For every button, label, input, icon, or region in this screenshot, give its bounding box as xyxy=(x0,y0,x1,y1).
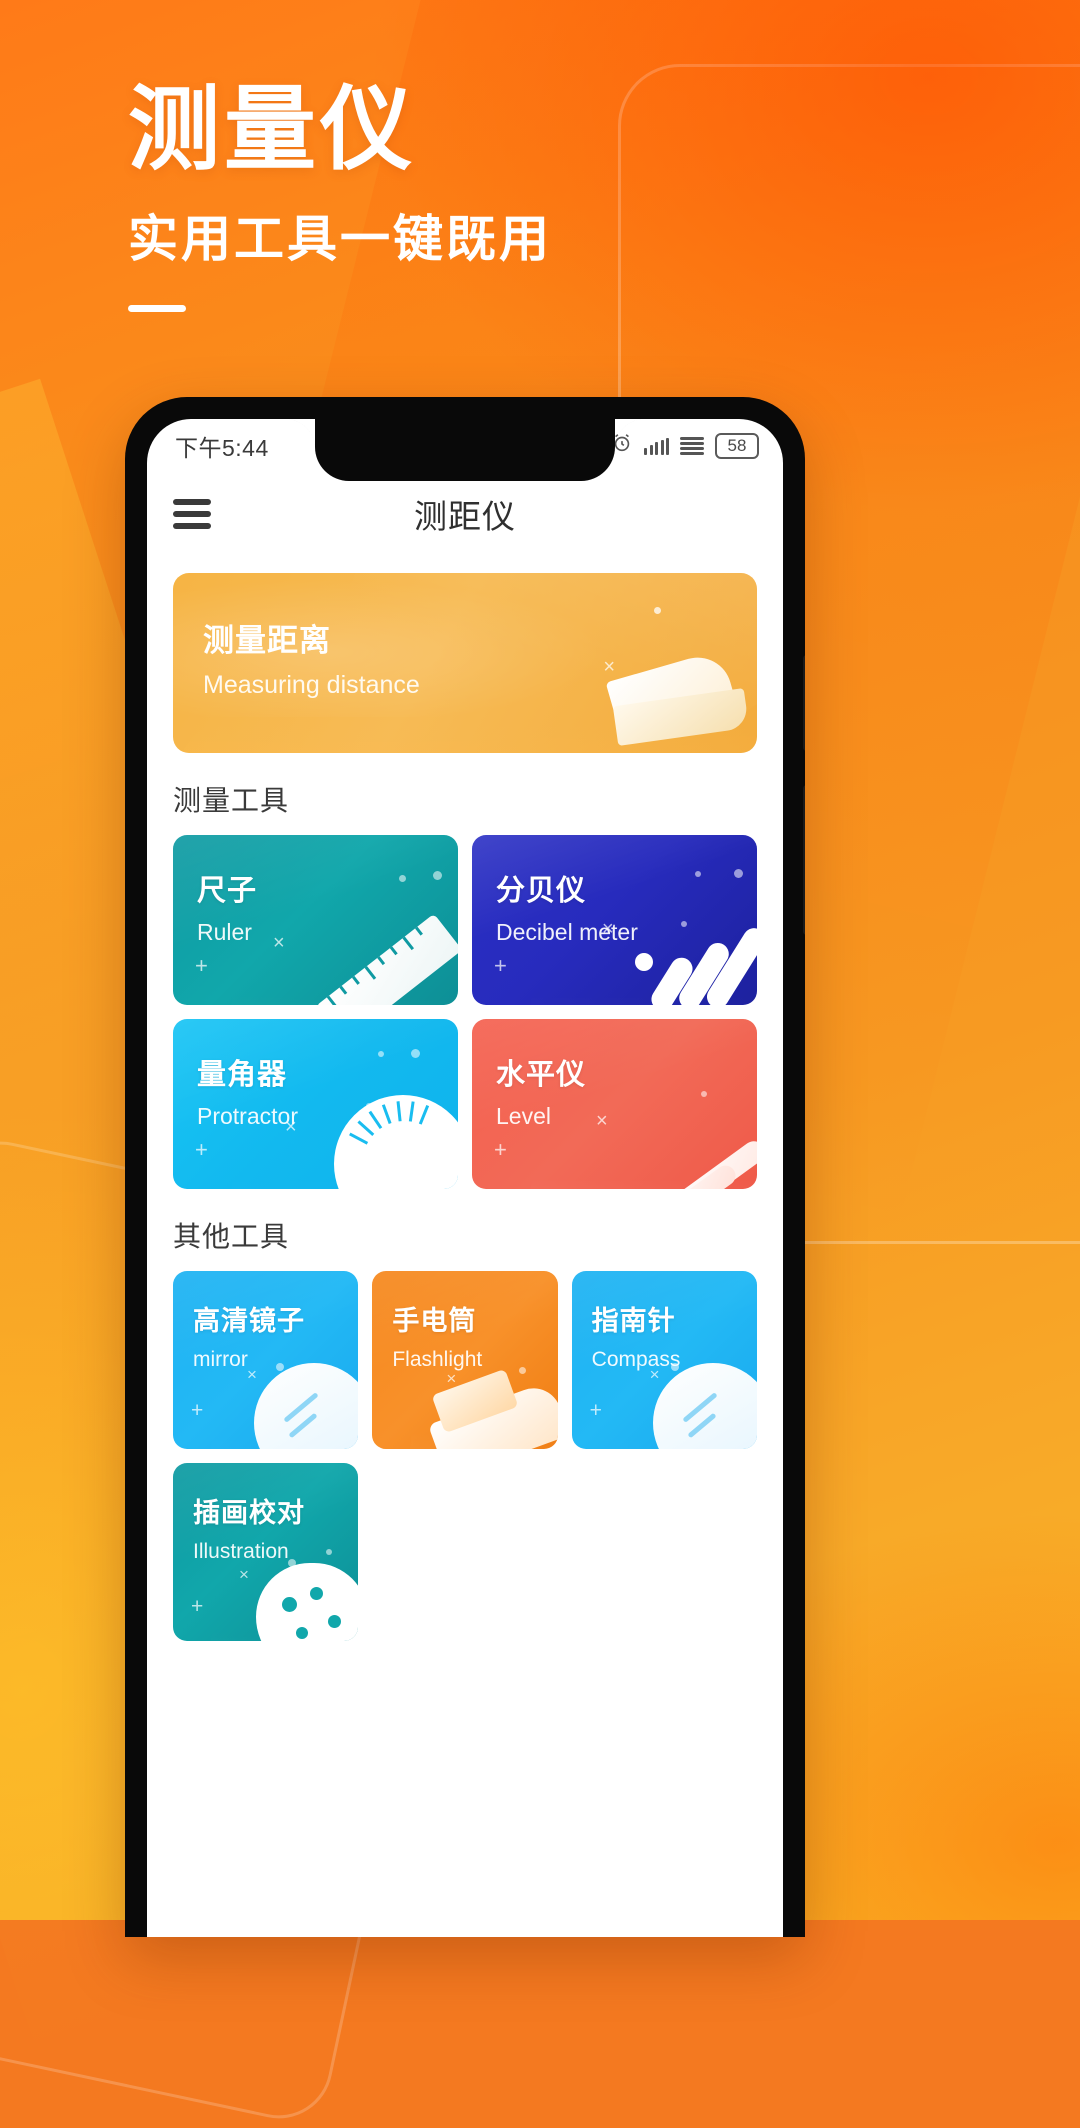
mirror-circle xyxy=(254,1363,359,1449)
card-label: 高清镜子 mirror xyxy=(193,1299,305,1372)
card-title-en: Protractor xyxy=(197,1103,298,1129)
card-label: 水平仪 Level xyxy=(496,1051,586,1130)
palette-hole-2 xyxy=(310,1587,324,1600)
card-title-en: Flashlight xyxy=(392,1348,483,1371)
card-title-cn: 手电筒 xyxy=(392,1306,477,1336)
banner-label: 测量距离 Measuring distance xyxy=(203,615,420,700)
card-title-en: Level xyxy=(496,1103,551,1129)
card-title-en: Decibel meter xyxy=(496,919,638,945)
tool-card-protractor[interactable]: × + 量角器 Protractor xyxy=(173,1019,458,1189)
card-title-en: Compass xyxy=(591,1348,681,1371)
protractor-dial xyxy=(334,1095,458,1189)
palette-hole-1 xyxy=(282,1597,298,1612)
paper-illustration xyxy=(561,613,750,746)
card-dot-2 xyxy=(433,871,442,880)
other-tools-grid: × + 高清镜子 mirror × 手电筒 Flashlight × + 指南针… xyxy=(173,1271,757,1641)
promo-subtitle: 实用工具一键既用 xyxy=(128,210,552,267)
card-title-en: mirror xyxy=(193,1348,248,1371)
card-label: 指南针 Compass xyxy=(592,1299,681,1372)
card-label: 量角器 Protractor xyxy=(197,1051,298,1130)
card-plus-icon: + xyxy=(195,1137,208,1162)
tool-card-compass[interactable]: × + 指南针 Compass xyxy=(571,1271,757,1449)
card-plus-icon: + xyxy=(195,953,208,978)
card-star-icon: × xyxy=(273,932,285,954)
tool-card-decibel-meter[interactable]: × + 分贝仪 Decibel meter xyxy=(472,835,757,1005)
card-title-en: Ruler xyxy=(197,919,252,945)
measuring-tools-grid: × + 尺子 Ruler × + 分贝仪 Decibel meter × + 量… xyxy=(173,835,757,1189)
ruler-body xyxy=(315,913,458,1005)
card-plus-icon: + xyxy=(494,1137,507,1162)
ruler-icon xyxy=(308,885,458,1005)
card-dot-2 xyxy=(411,1049,420,1058)
status-time: 下午5:44 xyxy=(175,435,269,461)
card-title-en: Illustration xyxy=(193,1540,289,1563)
banner-title-cn: 测量距离 xyxy=(203,623,331,658)
promo-copy-block: 测量仪 实用工具一键既用 xyxy=(128,82,552,312)
card-title-cn: 尺子 xyxy=(197,875,258,907)
card-dot-2 xyxy=(734,869,743,878)
card-label: 插画校对 Illustration xyxy=(193,1491,305,1564)
content-bottom-spacer xyxy=(173,1641,757,1701)
tool-card-illustration[interactable]: × + 插画校对 Illustration xyxy=(173,1463,359,1641)
tool-card-flashlight[interactable]: × 手电筒 Flashlight xyxy=(372,1271,558,1449)
card-plus-icon: + xyxy=(191,1399,204,1422)
card-title-cn: 水平仪 xyxy=(496,1059,587,1091)
section-heading-measuring-tools: 测量工具 xyxy=(173,785,290,816)
card-label: 分贝仪 Decibel meter xyxy=(496,867,638,946)
signal-bars-icon xyxy=(644,437,669,455)
app-bar: 测距仪 xyxy=(147,473,783,555)
network-lines-icon xyxy=(680,437,704,455)
phone-side-button-down xyxy=(803,785,805,935)
card-label: 尺子 Ruler xyxy=(197,867,257,946)
card-title-cn: 高清镜子 xyxy=(193,1306,305,1336)
banner-title-en: Measuring distance xyxy=(203,671,420,699)
level-bar-2 xyxy=(630,1161,740,1189)
phone-side-button-up xyxy=(803,655,805,751)
palette-hole-4 xyxy=(296,1627,309,1639)
card-plus-icon: + xyxy=(494,953,507,978)
card-label: 手电筒 Flashlight xyxy=(392,1299,482,1372)
card-title-cn: 插画校对 xyxy=(193,1498,305,1528)
card-star-icon: × xyxy=(596,1110,608,1132)
phone-notch xyxy=(285,419,645,481)
promo-title: 测量仪 xyxy=(128,79,417,181)
battery-indicator: 58 xyxy=(715,432,759,460)
hamburger-menu-icon[interactable] xyxy=(173,499,211,529)
tool-card-level[interactable]: × + 水平仪 Level xyxy=(472,1019,757,1189)
card-dot-1 xyxy=(378,1051,384,1057)
measuring-distance-banner[interactable]: × 测量距离 Measuring distance xyxy=(173,573,757,753)
level-icon xyxy=(607,1069,757,1189)
card-title-cn: 量角器 xyxy=(197,1059,288,1091)
tool-card-mirror[interactable]: × + 高清镜子 mirror xyxy=(173,1271,359,1449)
decibel-dot xyxy=(635,953,653,971)
promo-underline-rule xyxy=(128,304,186,312)
palette-shape xyxy=(256,1563,359,1641)
card-plus-icon: + xyxy=(191,1595,204,1618)
card-dot-1 xyxy=(695,871,701,877)
phone-screen: 下午5:44 58 测距仪 × 测量距离 Measuring distance … xyxy=(147,419,783,1937)
phone-mockup: 下午5:44 58 测距仪 × 测量距离 Measuring distance … xyxy=(125,397,805,1937)
section-heading-other-tools: 其他工具 xyxy=(173,1221,290,1252)
card-title-cn: 指南针 xyxy=(591,1306,676,1336)
page-title: 测距仪 xyxy=(414,498,516,535)
card-title-cn: 分贝仪 xyxy=(496,875,587,907)
compass-dial xyxy=(652,1363,757,1449)
palette-hole-3 xyxy=(328,1615,342,1628)
app-content: × 测量距离 Measuring distance 测量工具 × + 尺子 Ru… xyxy=(147,555,783,1701)
card-plus-icon: + xyxy=(589,1399,602,1422)
tool-card-ruler[interactable]: × + 尺子 Ruler xyxy=(173,835,458,1005)
card-dot-1 xyxy=(399,875,406,882)
protractor-icon xyxy=(308,1069,458,1189)
